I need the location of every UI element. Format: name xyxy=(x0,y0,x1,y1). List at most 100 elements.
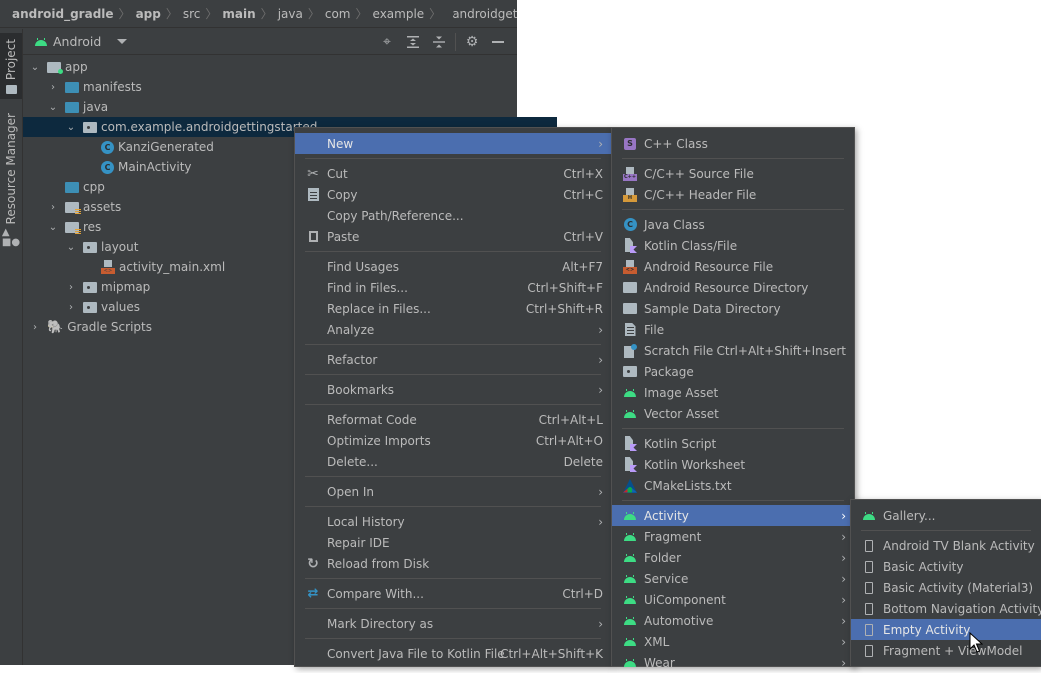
tree-row-java[interactable]: ⌄ java xyxy=(23,97,539,117)
menu-item-repair-ide[interactable]: Repair IDE xyxy=(295,532,611,553)
stripe-tab-project[interactable]: Project xyxy=(0,33,22,99)
new-item-java-class[interactable]: C Java Class xyxy=(612,214,854,235)
menu-item-compare-with[interactable]: ⇄ Compare With... Ctrl+D xyxy=(295,583,611,604)
chevron-right-icon[interactable]: › xyxy=(45,82,61,93)
chevron-down-icon[interactable]: ⌄ xyxy=(63,122,79,133)
cmake-icon xyxy=(622,478,638,494)
activity-item-android-tv-blank[interactable]: Android TV Blank Activity xyxy=(851,535,1041,556)
new-item-activity[interactable]: Activity › xyxy=(612,505,854,526)
new-item-package[interactable]: Package xyxy=(612,361,854,382)
tree-row-app[interactable]: ⌄ app xyxy=(23,57,521,77)
breadcrumb-item-main[interactable]: main xyxy=(222,7,255,21)
new-item-uicomponent[interactable]: UiComponent › xyxy=(612,589,854,610)
menu-item-analyze[interactable]: Analyze › xyxy=(295,319,611,340)
menu-item-optimize-imports[interactable]: Optimize Imports Ctrl+Alt+O xyxy=(295,430,611,451)
activity-item-gallery[interactable]: Gallery... xyxy=(851,505,1041,526)
new-item-scratch-file[interactable]: Scratch File Ctrl+Alt+Shift+Insert xyxy=(612,340,854,361)
breadcrumb-item-android-gradle[interactable]: android_gradle xyxy=(12,7,114,21)
chevron-down-icon[interactable]: ⌄ xyxy=(45,222,61,233)
expand-all-icon[interactable] xyxy=(400,29,426,55)
breadcrumb-item-app[interactable]: app xyxy=(136,7,161,21)
menu-item-cut[interactable]: ✂ Cut Ctrl+X xyxy=(295,163,611,184)
activity-submenu: Gallery... Android TV Blank Activity Bas… xyxy=(850,499,1041,667)
new-item-kotlin-class[interactable]: Kotlin Class/File xyxy=(612,235,854,256)
new-item-sample-data-directory[interactable]: Sample Data Directory xyxy=(612,298,854,319)
menu-item-copy[interactable]: Copy Ctrl+C xyxy=(295,184,611,205)
chevron-right-icon[interactable]: › xyxy=(45,202,61,213)
device-icon xyxy=(861,601,877,617)
menu-item-label: C/C++ Header File xyxy=(644,187,757,202)
activity-item-basic[interactable]: Basic Activity xyxy=(851,556,1041,577)
android-icon xyxy=(622,613,638,629)
breadcrumb-item-java[interactable]: java xyxy=(278,7,303,21)
gear-icon[interactable]: ⚙ xyxy=(459,29,485,55)
menu-item-copy-path[interactable]: Copy Path/Reference... xyxy=(295,205,611,226)
new-item-vector-asset[interactable]: Vector Asset xyxy=(612,403,854,424)
chevron-right-icon[interactable]: › xyxy=(27,322,43,333)
menu-item-label: Analyze xyxy=(327,322,375,337)
menu-item-convert-java-to-kotlin[interactable]: Convert Java File to Kotlin File Ctrl+Al… xyxy=(295,643,611,664)
new-item-cpp-source-file[interactable]: C++ C/C++ Source File xyxy=(612,163,854,184)
menu-item-bookmarks[interactable]: Bookmarks › xyxy=(295,379,611,400)
tree-row-manifests[interactable]: › manifests xyxy=(23,77,539,97)
android-icon xyxy=(622,508,638,524)
minimize-icon[interactable] xyxy=(485,29,511,55)
menu-item-reformat-code[interactable]: Reformat Code Ctrl+Alt+L xyxy=(295,409,611,430)
menu-separator xyxy=(305,404,601,405)
device-icon xyxy=(861,538,877,554)
breadcrumb-item-androidgettingstarted[interactable]: androidgettingstarted xyxy=(452,7,517,21)
chevron-down-icon[interactable]: ⌄ xyxy=(45,102,61,113)
new-item-cpp-header-file[interactable]: H C/C++ Header File xyxy=(612,184,854,205)
new-item-folder[interactable]: Folder › xyxy=(612,547,854,568)
activity-item-empty-activity[interactable]: Empty Activity xyxy=(851,619,1041,640)
android-icon xyxy=(622,529,638,545)
chevron-right-icon: › xyxy=(841,529,846,544)
menu-separator xyxy=(622,500,844,501)
menu-item-replace-in-files[interactable]: Replace in Files... Ctrl+Shift+R xyxy=(295,298,611,319)
menu-item-find-in-files[interactable]: Find in Files... Ctrl+Shift+F xyxy=(295,277,611,298)
chevron-right-icon[interactable]: › xyxy=(63,302,79,313)
chevron-right-icon[interactable]: › xyxy=(63,282,79,293)
activity-item-basic-material3[interactable]: Basic Activity (Material3) xyxy=(851,577,1041,598)
device-icon xyxy=(861,559,877,575)
new-item-service[interactable]: Service › xyxy=(612,568,854,589)
menu-item-local-history[interactable]: Local History › xyxy=(295,511,611,532)
collapse-all-icon[interactable] xyxy=(426,29,452,55)
locate-icon[interactable]: ⌖ xyxy=(374,29,400,55)
breadcrumb-item-src[interactable]: src xyxy=(183,7,201,21)
menu-item-label: Java Class xyxy=(644,217,705,232)
menu-item-open-in[interactable]: Open In › xyxy=(295,481,611,502)
menu-item-shortcut: Ctrl+X xyxy=(563,166,603,181)
tree-label: mipmap xyxy=(101,280,151,294)
menu-item-find-usages[interactable]: Find Usages Alt+F7 xyxy=(295,256,611,277)
menu-item-refactor[interactable]: Refactor › xyxy=(295,349,611,370)
breadcrumb-item-com[interactable]: com xyxy=(325,7,351,21)
menu-item-new[interactable]: New › xyxy=(295,133,611,154)
new-item-android-resource-directory[interactable]: Android Resource Directory xyxy=(612,277,854,298)
new-item-image-asset[interactable]: Image Asset xyxy=(612,382,854,403)
new-item-fragment[interactable]: Fragment › xyxy=(612,526,854,547)
breadcrumb-item-example[interactable]: example xyxy=(373,7,425,21)
chevron-down-icon[interactable] xyxy=(117,39,128,44)
new-item-xml[interactable]: XML › xyxy=(612,631,854,652)
new-item-kotlin-worksheet[interactable]: Kotlin Worksheet xyxy=(612,454,854,475)
stripe-tab-resource-manager[interactable]: Resource Manager ▲ ■● xyxy=(0,109,22,248)
menu-item-paste[interactable]: Paste Ctrl+V xyxy=(295,226,611,247)
chevron-down-icon[interactable]: ⌄ xyxy=(63,242,79,253)
new-item-cmakelists[interactable]: CMakeLists.txt xyxy=(612,475,854,496)
menu-item-delete[interactable]: Delete... Delete xyxy=(295,451,611,472)
package-icon xyxy=(622,364,638,380)
view-mode-selector[interactable]: Android xyxy=(53,34,101,49)
new-item-android-resource-file[interactable]: <> Android Resource File xyxy=(612,256,854,277)
new-item-file[interactable]: File xyxy=(612,319,854,340)
chevron-down-icon[interactable]: ⌄ xyxy=(27,62,43,73)
activity-item-bottom-navigation[interactable]: Bottom Navigation Activity xyxy=(851,598,1041,619)
new-item-cpp-class[interactable]: S C++ Class xyxy=(612,133,854,154)
menu-item-label: Empty Activity xyxy=(883,622,971,637)
new-item-wear[interactable]: Wear › xyxy=(612,652,854,673)
menu-item-mark-directory-as[interactable]: Mark Directory as › xyxy=(295,613,611,634)
activity-item-fragment-viewmodel[interactable]: Fragment + ViewModel xyxy=(851,640,1041,661)
new-item-automotive[interactable]: Automotive › xyxy=(612,610,854,631)
menu-item-reload-from-disk[interactable]: ↻ Reload from Disk xyxy=(295,553,611,574)
new-item-kotlin-script[interactable]: Kotlin Script xyxy=(612,433,854,454)
